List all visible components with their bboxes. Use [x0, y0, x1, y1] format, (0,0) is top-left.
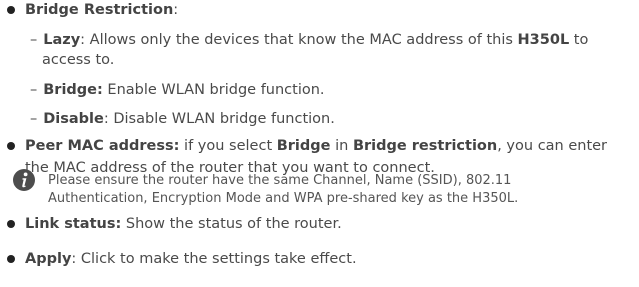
disable-term: Disable	[43, 111, 104, 127]
dash: –	[30, 32, 38, 48]
device-name: H350L	[517, 32, 570, 48]
peer-mac-item: Peer MAC address: if you select Bridge i…	[25, 137, 607, 155]
disable-text: : Disable WLAN bridge function.	[103, 111, 335, 127]
peer-mac-text2: in	[330, 138, 353, 154]
link-status-item: Link status: Show the status of the rout…	[25, 215, 342, 233]
info-icon	[13, 169, 35, 191]
link-status-text: Show the status of the router.	[121, 216, 342, 232]
peer-mac-term: Peer MAC address:	[25, 138, 180, 154]
bridge-restriction-ref: Bridge restriction	[352, 138, 498, 154]
disable-item: – Disable: Disable WLAN bridge function.	[30, 110, 335, 128]
bridge-restriction-item: Bridge Restriction:	[25, 1, 178, 19]
apply-text: : Click to make the settings take effect…	[71, 251, 357, 267]
dash: –	[30, 82, 38, 98]
bridge-term: Bridge:	[43, 82, 103, 98]
peer-mac-text: if you select	[179, 138, 277, 154]
bridge-restriction-term: Bridge Restriction	[25, 2, 174, 18]
link-status-term: Link status:	[25, 216, 122, 232]
lazy-text-end: to	[569, 32, 589, 48]
bridge-ref: Bridge	[276, 138, 331, 154]
bullet	[7, 255, 15, 263]
lazy-text: : Allows only the devices that know the …	[80, 32, 518, 48]
bridge-restriction-suffix: :	[173, 2, 179, 18]
apply-item: Apply: Click to make the settings take e…	[25, 250, 357, 268]
bullet	[7, 6, 15, 14]
bullet	[7, 220, 15, 228]
bridge-item: – Bridge: Enable WLAN bridge function.	[30, 81, 325, 99]
lazy-continuation: access to.	[42, 52, 115, 68]
lazy-item: – Lazy: Allows only the devices that know…	[30, 31, 588, 49]
bridge-text: Enable WLAN bridge function.	[102, 82, 325, 98]
note-line-1: Please ensure the router have the same C…	[48, 173, 512, 188]
note-line-2: Authentication, Encryption Mode and WPA …	[48, 191, 519, 206]
dash: –	[30, 111, 38, 127]
peer-mac-text3: , you can enter	[497, 138, 608, 154]
apply-term: Apply	[25, 251, 72, 267]
lazy-term: Lazy	[43, 32, 81, 48]
bullet	[7, 142, 15, 150]
